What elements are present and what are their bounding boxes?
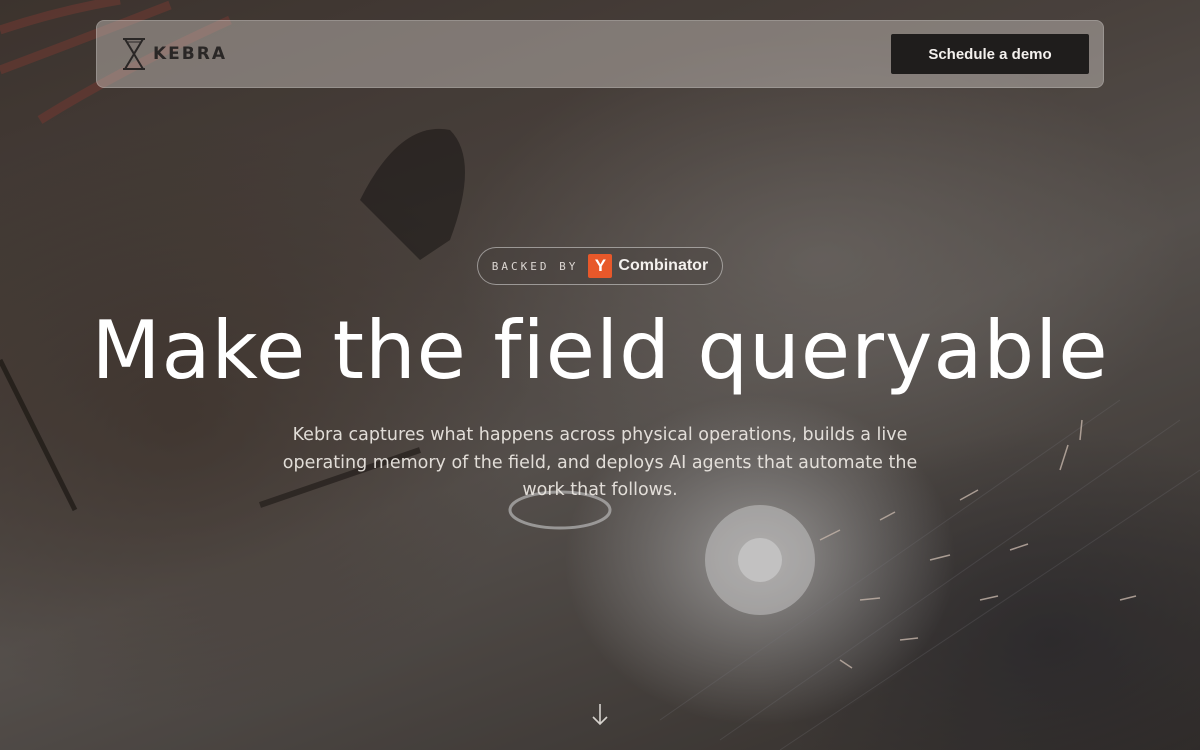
hero-headline: Make the field queryable [91, 304, 1109, 397]
backed-by-badge[interactable]: BACKED BY Y Combinator [477, 247, 723, 285]
hero-subheadline: Kebra captures what happens across physi… [282, 425, 918, 500]
brand-link[interactable]: KEBRA [121, 37, 227, 71]
badge-company-name: Combinator [618, 257, 709, 274]
schedule-demo-button[interactable]: Schedule a demo [891, 34, 1089, 74]
hourglass-logo-icon [123, 38, 145, 70]
y-combinator-logo-icon: Y [588, 254, 613, 278]
badge-prefix: BACKED BY [491, 259, 579, 273]
arrow-down-icon[interactable] [588, 700, 612, 728]
brand-name: KEBRA [153, 44, 227, 64]
top-navbar: KEBRA Schedule a demo [96, 20, 1104, 88]
